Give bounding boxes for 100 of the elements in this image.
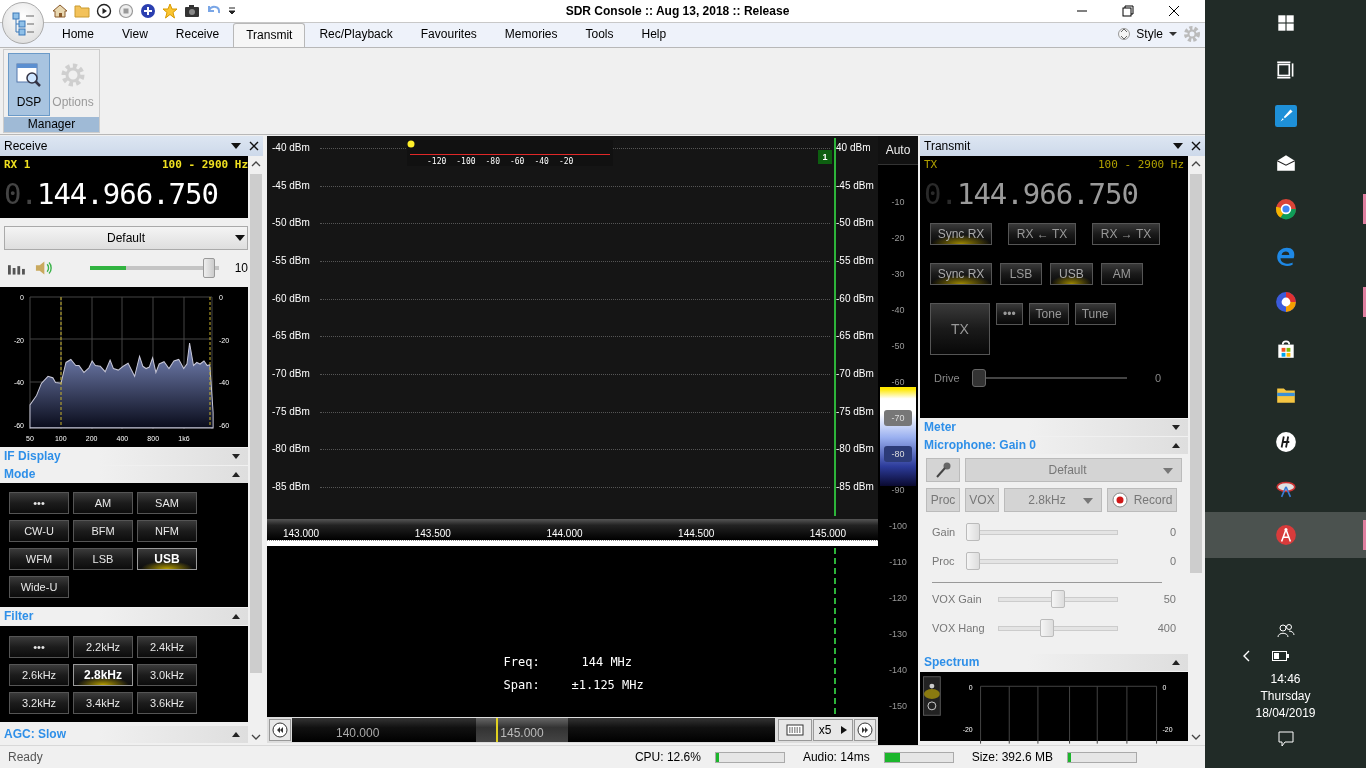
people-icon[interactable] <box>1276 622 1295 640</box>
collapse-arrow-icon[interactable] <box>232 613 240 619</box>
slider[interactable] <box>966 552 1118 571</box>
status-label: CPU: 12.6% <box>634 750 701 764</box>
group-label: Manager <box>4 117 99 132</box>
mode-button[interactable]: NFM <box>137 519 197 542</box>
keyboard-button[interactable] <box>778 718 812 741</box>
close-icon[interactable] <box>1191 140 1201 151</box>
filter-button[interactable]: 2.2kHz <box>73 635 133 658</box>
sync-button[interactable]: RX → TX <box>1092 222 1160 245</box>
slider[interactable] <box>998 619 1118 638</box>
caret-icon[interactable] <box>841 725 848 734</box>
spectrum-display[interactable]: -120 -100 -80 -60 -40 -20 -40 dBm 40 dBm -45 dBm -45 dBm -50 dBm -50 dBm -55 dBm -55 dBm -60 dBm -60 dBm -65 dBm -65 dBm -70 dBm -70 dBm -75 dBm -75 dBm -80 dBm -80 dBm -85 dBm -85 dBm 1 <box>267 135 878 519</box>
play-icon[interactable] <box>96 3 112 19</box>
caret-icon[interactable] <box>235 234 245 241</box>
meter-tick-label: -20 <box>558 156 574 166</box>
filter-button[interactable]: 3.4kHz <box>73 691 133 714</box>
panel-title: Receive <box>4 138 49 153</box>
star-icon[interactable] <box>162 3 178 19</box>
ribbon-tab[interactable]: Transmit <box>233 23 306 47</box>
filter-button[interactable]: 2.6kHz <box>9 663 69 686</box>
band-overview[interactable]: 140.000 145.000 <box>292 717 775 742</box>
toggle-switch[interactable] <box>923 675 941 716</box>
stop-icon[interactable] <box>118 3 134 19</box>
scroll-up-icon[interactable] <box>1190 159 1201 168</box>
ribbon-button[interactable]: DSP <box>8 53 50 116</box>
dropdown-caret-icon[interactable] <box>228 6 236 16</box>
rewind-button[interactable] <box>269 718 291 741</box>
filter-button[interactable]: 3.6kHz <box>137 691 197 714</box>
tx-mode-button[interactable]: Sync RX <box>930 262 992 285</box>
tx-mode-button[interactable]: LSB <box>1000 262 1042 285</box>
mode-button[interactable]: SAM <box>137 491 197 514</box>
add-icon[interactable] <box>140 3 156 19</box>
mode-button[interactable]: WFM <box>9 547 69 570</box>
filter-button[interactable]: 3.2kHz <box>9 691 69 714</box>
chevron-left-icon[interactable] <box>1241 650 1252 662</box>
collapse-arrow-icon[interactable] <box>1172 659 1180 665</box>
sync-button[interactable]: Sync RX <box>930 222 992 245</box>
tx-tool-button[interactable]: ••• <box>996 302 1023 325</box>
close-icon[interactable] <box>249 140 259 151</box>
ribbon-tab[interactable]: Home <box>48 23 108 47</box>
transmit-button[interactable]: TX <box>930 302 990 355</box>
expand-arrow-icon[interactable] <box>232 453 240 459</box>
tx-tool-button[interactable]: Tune <box>1074 302 1116 325</box>
frequency-tick-label: 143.500 <box>414 527 451 539</box>
mode-button[interactable]: CW-U <box>9 519 69 542</box>
expand-arrow-icon[interactable] <box>1172 424 1180 430</box>
clock[interactable]: 14:46 Thursday 18/04/2019 <box>1255 672 1316 720</box>
splitter-handle[interactable] <box>267 539 878 546</box>
tx-mode-button[interactable]: USB <box>1050 262 1093 285</box>
ribbon-tab[interactable]: Tools <box>571 23 628 47</box>
scroll-down-icon[interactable] <box>1190 733 1201 742</box>
fast-forward-button[interactable] <box>854 718 876 741</box>
microphone-button[interactable] <box>926 457 960 482</box>
filter-button[interactable]: 2.4kHz <box>137 635 197 658</box>
ribbon-tab[interactable]: Favourites <box>406 23 491 47</box>
ribbon-tab[interactable]: View <box>108 23 162 47</box>
collapse-arrow-icon[interactable] <box>1172 442 1180 448</box>
collapse-arrow-icon[interactable] <box>232 471 240 477</box>
sync-button[interactable]: RX ← TX <box>1008 222 1076 245</box>
camera-icon[interactable] <box>184 3 200 19</box>
slider-label: VOX Gain <box>932 593 983 606</box>
filter-button[interactable]: 3.0kHz <box>137 663 197 686</box>
zoom-button[interactable]: x5 <box>813 718 853 741</box>
volume-slider[interactable] <box>89 257 219 278</box>
notification-icon[interactable] <box>1276 730 1295 748</box>
application-menu-button[interactable] <box>2 2 44 44</box>
slider[interactable] <box>966 523 1118 542</box>
dropdown-arrow-icon[interactable] <box>1173 141 1183 150</box>
filter-button[interactable]: 2.8kHz <box>73 663 133 686</box>
mode-button[interactable]: AM <box>73 491 133 514</box>
ribbon-tab[interactable]: Receive <box>161 23 234 47</box>
filter-button[interactable]: ••• <box>9 635 69 658</box>
style-menu[interactable]: Style <box>1136 27 1163 41</box>
collapse-arrow-icon[interactable] <box>232 731 240 737</box>
mode-button[interactable]: ••• <box>9 491 69 514</box>
caret-icon[interactable] <box>1169 30 1177 38</box>
ribbon-tab[interactable]: Help <box>627 23 681 47</box>
marker-badge[interactable]: 1 <box>818 149 832 164</box>
scroll-down-icon[interactable] <box>250 733 261 742</box>
auto-button[interactable]: Auto <box>878 135 918 165</box>
ribbon-tab[interactable]: Memories <box>490 23 572 47</box>
frequency-value[interactable]: 144.966.750 <box>36 176 218 211</box>
tx-tool-button[interactable]: Tone <box>1028 302 1069 325</box>
frequency-value[interactable]: 144.966.750 <box>956 176 1138 211</box>
scroll-up-icon[interactable] <box>250 159 261 168</box>
mode-button[interactable]: BFM <box>73 519 133 542</box>
slider[interactable] <box>998 590 1118 609</box>
dropdown-arrow-icon[interactable] <box>231 141 241 150</box>
waterfall-display[interactable]: Freq: 144 MHz Span: ±1.125 MHz <box>267 545 878 717</box>
mode-button[interactable]: USB <box>137 547 197 570</box>
home-icon[interactable] <box>52 3 68 19</box>
mode-button[interactable]: Wide-U <box>9 575 69 598</box>
ribbon-tab[interactable]: Rec/Playback <box>305 23 407 47</box>
profile-dropdown[interactable]: Default <box>4 225 248 250</box>
collapse-ribbon-icon[interactable] <box>1118 25 1131 43</box>
mode-button[interactable]: LSB <box>73 547 133 570</box>
battery-icon[interactable] <box>1271 651 1290 661</box>
tx-mode-button[interactable]: AM <box>1100 262 1143 285</box>
drive-slider[interactable] <box>972 368 1127 387</box>
